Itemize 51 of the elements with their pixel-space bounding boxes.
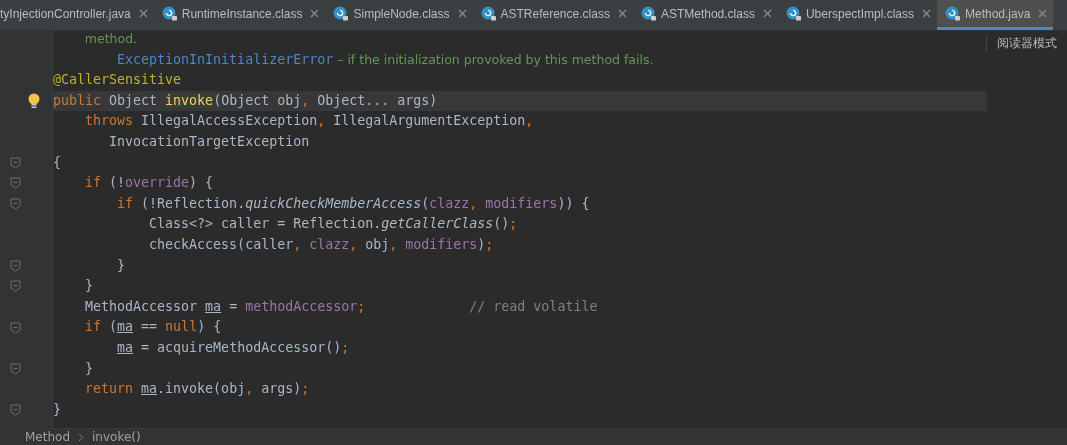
class-file-icon: [785, 5, 802, 22]
file-tab[interactable]: ASTMethod.class: [632, 0, 778, 30]
close-icon[interactable]: [457, 9, 467, 18]
close-icon[interactable]: [1038, 9, 1048, 18]
file-tab[interactable]: Method.java: [937, 0, 1054, 30]
fold-marker-icon[interactable]: [10, 156, 21, 169]
code-line: InvocationTargetException: [108, 132, 311, 151]
close-icon[interactable]: [617, 9, 627, 18]
close-icon[interactable]: [138, 9, 148, 18]
code-line: if (!override) {: [84, 174, 215, 193]
code-line: @CallerSensitive: [53, 71, 183, 90]
code-line: throws IllegalAccessException, IllegalArgumentException,: [84, 112, 535, 131]
fold-marker-icon[interactable]: [10, 177, 21, 190]
close-icon[interactable]: [922, 9, 931, 18]
code-line: Class<?> caller = Reflection.getCallerClass();: [148, 215, 519, 234]
code-line: checkAccess(caller, clazz, obj, modifiers);: [148, 235, 495, 254]
close-icon[interactable]: [310, 9, 320, 18]
code-line: {: [53, 153, 62, 172]
reader-mode-link[interactable]: 阅读器模式: [986, 35, 1057, 52]
breadcrumb-item[interactable]: invoke(): [92, 430, 141, 444]
fold-marker-icon[interactable]: [10, 198, 21, 211]
fold-marker-icon[interactable]: [10, 280, 21, 293]
code-line: if (!Reflection.quickCheckMemberAccess(clazz, modifiers)) {: [116, 194, 591, 213]
code-line: ExceptionInInitializerError – if the initialization provoked by this method fails.: [116, 50, 655, 69]
file-tab[interactable]: UberspectImpl.class: [777, 0, 937, 30]
fold-marker-icon[interactable]: [10, 362, 21, 375]
fold-marker-icon[interactable]: [10, 259, 21, 272]
code-line: ma = acquireMethodAccessor();: [116, 338, 351, 357]
close-icon[interactable]: [762, 9, 772, 18]
file-tab[interactable]: ASTReference.class: [472, 0, 633, 30]
fold-marker-icon[interactable]: [10, 404, 21, 416]
class-file-icon: [480, 5, 497, 22]
code-line: return ma.invoke(obj, args);: [84, 380, 311, 399]
code-line: }: [84, 359, 95, 378]
code-line: }: [116, 256, 127, 275]
lightbulb-icon[interactable]: [28, 93, 40, 110]
file-tab[interactable]: tyInjectionController.java: [0, 0, 154, 30]
breadcrumb-item[interactable]: Method: [25, 430, 70, 444]
file-tab[interactable]: SimpleNode.class: [325, 0, 473, 30]
fold-marker-icon[interactable]: [10, 321, 21, 334]
code-line: }: [84, 277, 95, 296]
chevron-icon: [78, 432, 84, 442]
class-file-icon: [161, 5, 178, 22]
code-line: MethodAccessor ma = methodAccessor; // read volatile: [84, 297, 599, 316]
code-line: }: [53, 400, 62, 419]
class-file-icon: [945, 5, 961, 22]
class-file-icon: [333, 5, 350, 22]
class-file-icon: [640, 5, 657, 22]
code-line: method.: [83, 31, 139, 48]
file-tab[interactable]: RuntimeInstance.class: [153, 0, 326, 30]
code-line: if (ma == null) {: [84, 318, 223, 337]
